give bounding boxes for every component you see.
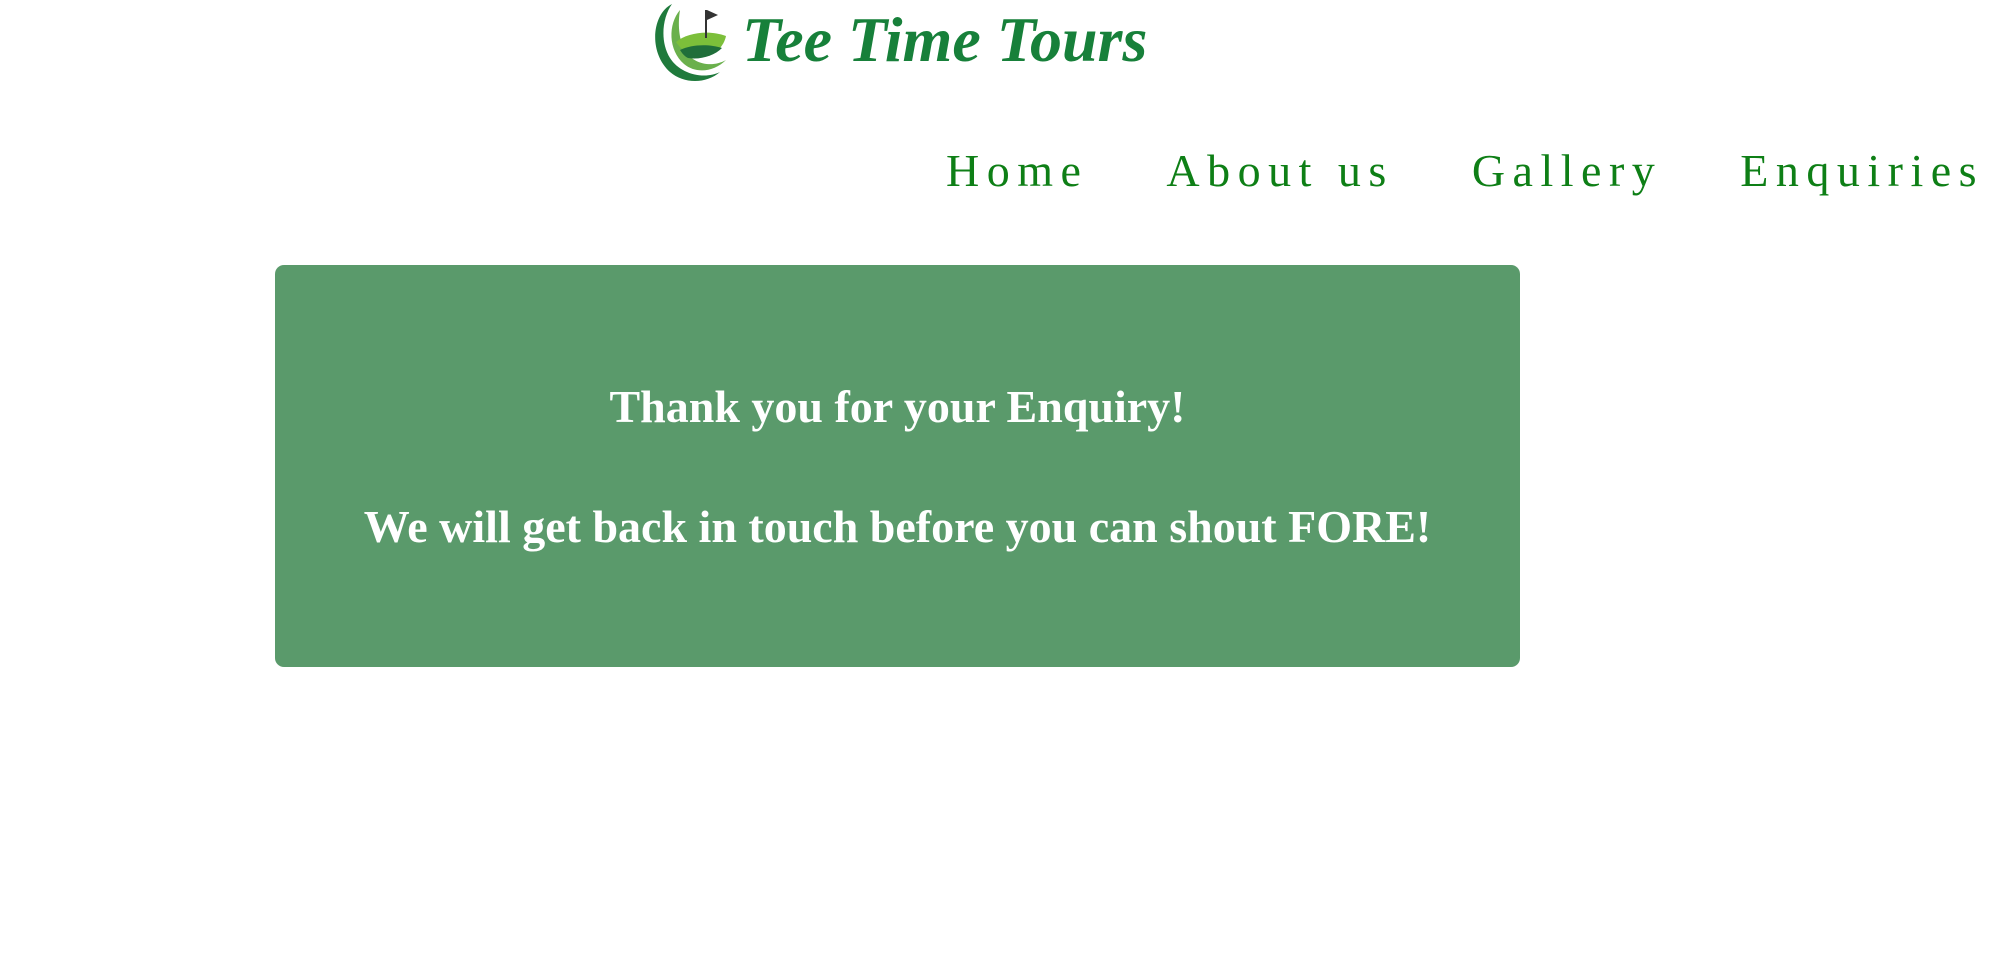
brand-name[interactable]: Tee Time Tours bbox=[742, 8, 1147, 72]
site-header: Tee Time Tours bbox=[650, 0, 1147, 84]
confirmation-heading: Thank you for your Enquiry! bbox=[609, 381, 1186, 432]
confirmation-message: We will get back in touch before you can… bbox=[363, 501, 1432, 552]
nav-item-enquiries[interactable]: Enquiries bbox=[1740, 148, 1984, 194]
enquiry-confirmation-card: Thank you for your Enquiry! We will get … bbox=[275, 265, 1520, 667]
nav-item-home[interactable]: Home bbox=[946, 148, 1088, 194]
nav-item-about-us[interactable]: About us bbox=[1166, 148, 1393, 194]
main-nav: Home About us Gallery Enquiries bbox=[946, 148, 1984, 194]
nav-item-gallery[interactable]: Gallery bbox=[1472, 148, 1662, 194]
golf-flag-logo-icon[interactable] bbox=[650, 0, 730, 84]
